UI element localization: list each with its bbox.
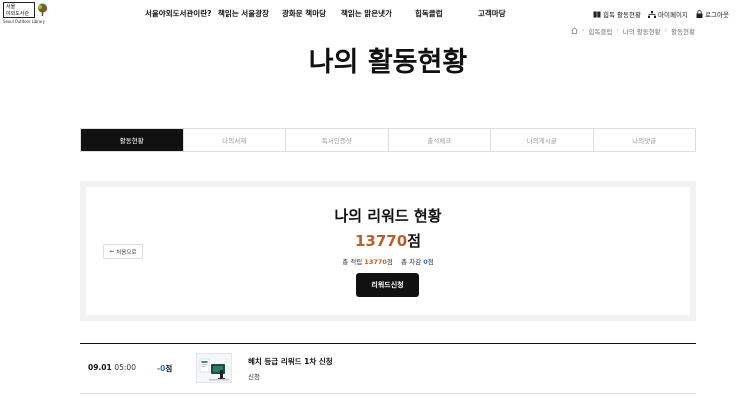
util-mypage-label: 마이페이지 [658,11,688,19]
history-status: 신청 [248,373,260,381]
logo-tree-icon [38,3,47,16]
tab-my-library[interactable]: 나의서재 [182,129,286,151]
tab-attendance[interactable]: 출석체크 [387,129,491,151]
util-activity-link[interactable]: 힙독 활동현황 [593,9,641,19]
page-title: 나의 활동현황 [308,47,468,78]
breadcrumb-separator-icon: › [616,27,619,34]
logo-english-text: Seoul Outdoor Library [3,19,45,24]
logo-text-line2: 야외도서관 [6,11,30,17]
reward-score-unit: 점 [407,232,421,250]
breadcrumb-item-current: 활동현황 [671,27,695,36]
nav-item-about[interactable]: 서울야외도서관이란? [145,8,211,19]
breadcrumb-separator-icon: › [664,27,668,34]
earn-unit: 점 [386,258,393,266]
reward-summary: 총 적립 13770점 총 차감 0점 [0,256,743,266]
logo-box: 서울 야외도서관 [3,2,35,18]
history-list-divider [80,393,696,394]
tab-reading-shots[interactable]: 독서인증샷 [285,129,388,151]
tab-my-comments[interactable]: 나의댓글 [592,129,696,151]
reward-item-thumbnail [196,353,232,383]
logo-text-line1: 서울 [6,4,16,10]
breadcrumb-item-club[interactable]: 힙독클럽 [588,26,612,36]
history-date: 09.01 05:00 [88,363,136,372]
lock-icon [696,10,703,18]
history-point: -0점 [157,363,172,374]
sitemap-icon [648,10,656,18]
apply-reward-button[interactable]: 리워드신청 [356,273,419,297]
home-icon[interactable] [571,27,578,34]
history-list-top-border [80,343,696,344]
book-icon [593,11,601,17]
reward-total-score: 13770점 [0,230,743,251]
reward-score-value: 13770 [355,232,408,250]
breadcrumb: › 힙독클럽 › 나의 활동현황 › 활동현황 [571,26,695,36]
breadcrumb-separator-icon: › [581,27,585,34]
tab-activity-status[interactable]: 활동현황 [81,129,183,151]
history-title: 헤치 등급 리워드 1차 신청 [248,357,333,366]
deduct-label: 총 차감 [401,258,422,266]
util-mypage-link[interactable]: 마이페이지 [648,9,688,19]
reward-item-image [197,354,231,382]
nav-item-seoul-plaza[interactable]: 책읽는 서울광장 [218,8,269,19]
history-point-unit: 점 [165,364,173,373]
nav-item-gwanghwamun[interactable]: 광화문 책마당 [282,8,326,19]
reward-title: 나의 리워드 현황 [334,207,442,225]
util-logout-label: 로그아웃 [705,11,729,19]
activity-tabs: 활동현황 나의서재 독서인증샷 출석체크 나의게시글 나의댓글 [80,128,696,152]
deduct-unit: 점 [427,258,434,266]
util-activity-label: 힙독 활동현황 [603,11,641,19]
earn-label: 총 적립 [342,258,363,266]
breadcrumb-item-activity[interactable]: 나의 활동현황 [623,26,661,36]
history-date-time: 05:00 [114,363,136,372]
nav-item-stream[interactable]: 책읽는 맑은냇가 [341,8,392,19]
site-logo[interactable]: 서울 야외도서관 Seoul Outdoor Library [3,2,49,24]
util-logout-link[interactable]: 로그아웃 [696,9,729,19]
tab-my-posts[interactable]: 나의게시글 [490,129,593,151]
nav-item-hipdok-club[interactable]: 힙독클럽 [415,8,443,19]
history-date-day: 09.01 [88,363,112,372]
nav-item-customer[interactable]: 고객마당 [478,8,506,19]
earn-value: 13770 [364,258,387,266]
